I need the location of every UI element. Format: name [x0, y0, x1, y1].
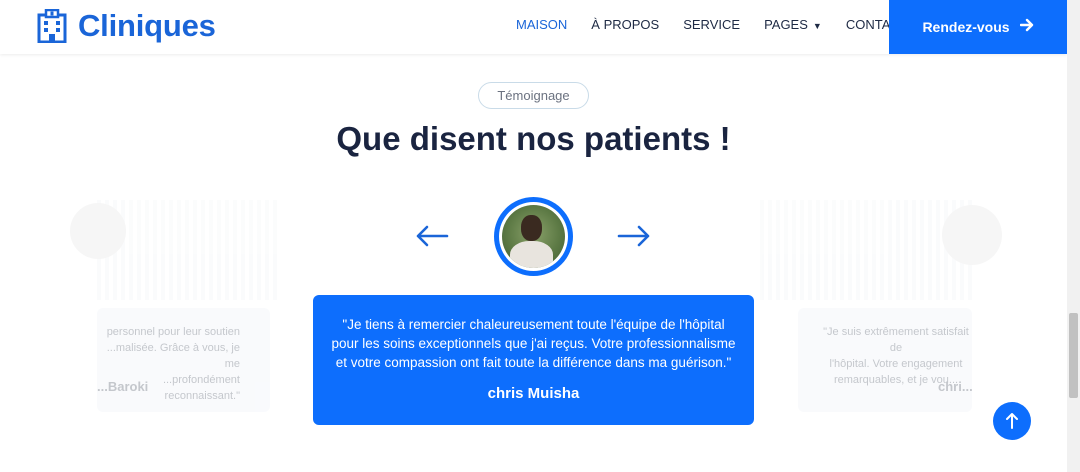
nav-item-label: MAISON	[516, 17, 568, 32]
avatar	[494, 197, 573, 276]
testimonial-quote: "Je tiens à remercier chaleureusement to…	[331, 317, 736, 370]
nav-item-a-propos[interactable]: À PROPOS	[591, 17, 659, 32]
patient-photo	[502, 205, 565, 268]
page-scrollbar[interactable]	[1067, 0, 1080, 472]
arrow-right-icon	[1019, 18, 1034, 37]
avatar	[70, 203, 126, 259]
quote-line: ...malisée. Grâce à vous, je me	[106, 342, 240, 370]
avatar	[942, 205, 1002, 265]
section-badge: Témoignage	[478, 82, 589, 109]
testimonial-card-active: "Je tiens à remercier chaleureusement to…	[313, 295, 754, 425]
testimonial-name: ...Baroki	[97, 379, 149, 394]
scrollbar-thumb[interactable]	[1069, 313, 1078, 398]
carousel-prev-button[interactable]	[415, 222, 449, 250]
photo-shirt	[510, 241, 553, 268]
nav-item-label: SERVICE	[683, 17, 741, 32]
nav-item-maison[interactable]: MAISON	[516, 17, 567, 32]
avatar-frame	[499, 202, 568, 271]
decorative-stripes	[97, 200, 277, 300]
testimonial-name: chri...	[938, 379, 973, 394]
quote-line: l'hôpital. Votre engagement	[829, 358, 963, 370]
quote-line: personnel pour leur soutien	[106, 326, 240, 338]
testimonial-card-prev[interactable]: personnel pour leur soutien ...malisée. …	[0, 0, 280, 472]
photo-head	[521, 215, 542, 241]
arrow-right-icon	[617, 225, 650, 247]
nav-item-service[interactable]: SERVICE	[683, 17, 740, 32]
nav-item-label: À PROPOS	[591, 17, 660, 32]
quote-line: "Je suis extrêmement satisfait de	[823, 326, 969, 354]
testimonial-card-next[interactable]: "Je suis extrêmement satisfait de l'hôpi…	[760, 0, 1002, 472]
arrow-up-icon	[1006, 413, 1018, 429]
back-to-top-button[interactable]	[993, 402, 1031, 440]
arrow-left-icon	[416, 225, 449, 247]
decorative-stripes	[760, 200, 972, 300]
testimonial-name: chris Muisha	[487, 385, 580, 402]
carousel-next-button[interactable]	[617, 222, 651, 250]
